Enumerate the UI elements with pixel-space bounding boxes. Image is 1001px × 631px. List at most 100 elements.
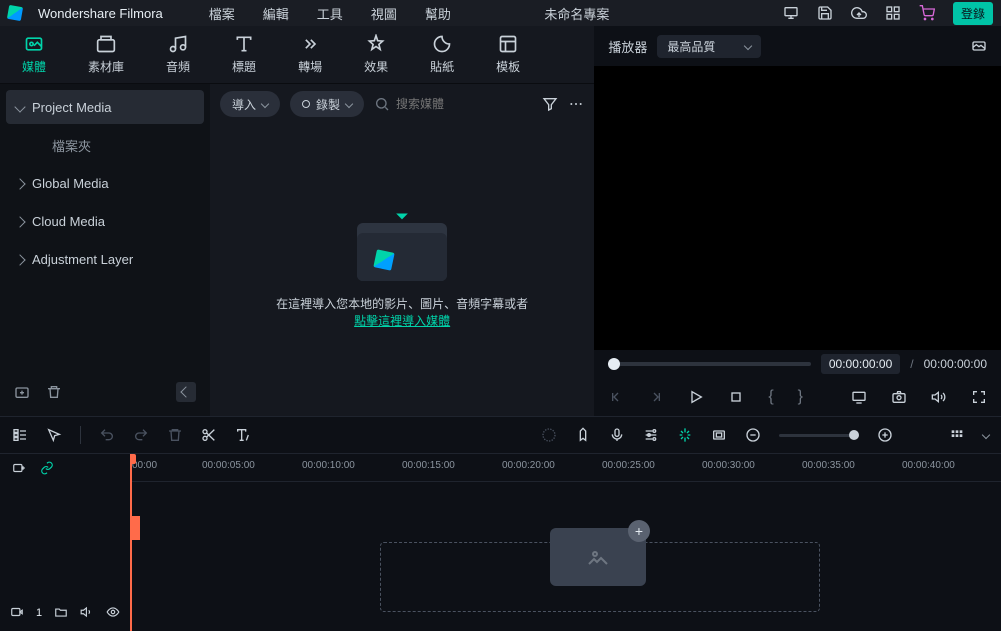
- save-icon[interactable]: [817, 5, 833, 21]
- media-panel: 導入 錄製: [210, 84, 594, 416]
- volume-icon[interactable]: [931, 389, 947, 405]
- prev-frame-icon[interactable]: [608, 389, 624, 405]
- template-icon: [498, 34, 518, 54]
- mute-track-icon[interactable]: [80, 605, 94, 619]
- module-tabs: 媒體 素材庫 音頻 標題 轉場 效果: [0, 26, 594, 84]
- sidebar-item-cloud-media[interactable]: Cloud Media: [6, 204, 204, 238]
- redo-icon[interactable]: [133, 427, 149, 443]
- chevron-left-icon: [180, 386, 191, 397]
- track-options-icon[interactable]: [12, 427, 28, 443]
- text-edit-icon[interactable]: [235, 427, 251, 443]
- zoom-slider[interactable]: [779, 434, 859, 437]
- screen-fit-icon[interactable]: [851, 389, 867, 405]
- folder-track-icon[interactable]: [54, 605, 68, 619]
- import-button[interactable]: 導入: [220, 91, 280, 117]
- chevron-down-icon: [345, 100, 353, 108]
- video-track-icon: [10, 605, 24, 619]
- visibility-icon[interactable]: [106, 605, 120, 619]
- tab-sticker[interactable]: 貼紙: [430, 34, 454, 75]
- add-folder-icon[interactable]: [14, 384, 30, 400]
- tab-audio[interactable]: 音頻: [166, 34, 190, 75]
- fullscreen-icon[interactable]: [971, 389, 987, 405]
- playhead[interactable]: [130, 454, 132, 631]
- login-button[interactable]: 登錄: [953, 2, 993, 25]
- video-track-header[interactable]: 1: [0, 482, 130, 631]
- tab-template[interactable]: 模板: [496, 34, 520, 75]
- track-number: 1: [36, 607, 42, 619]
- project-title: 未命名專案: [387, 4, 767, 23]
- undo-icon[interactable]: [99, 427, 115, 443]
- auto-beat-icon[interactable]: [677, 427, 693, 443]
- record-button[interactable]: 錄製: [290, 91, 364, 117]
- sidebar-item-adjustment-layer[interactable]: Adjustment Layer: [6, 242, 204, 276]
- mark-out-icon[interactable]: }: [798, 388, 803, 406]
- player-viewport[interactable]: [594, 66, 1001, 350]
- chevron-down-icon[interactable]: [982, 431, 990, 439]
- time-ruler[interactable]: 00:00 00:00:05:00 00:00:10:00 00:00:15:0…: [130, 454, 1001, 482]
- stop-icon[interactable]: [728, 389, 744, 405]
- crop-icon[interactable]: [711, 427, 727, 443]
- player-progress[interactable]: [608, 362, 811, 366]
- tab-media[interactable]: 媒體: [22, 34, 46, 75]
- snapshot-icon[interactable]: [891, 389, 907, 405]
- sidebar-item-folder[interactable]: 檔案夾: [6, 128, 204, 162]
- add-clip-button[interactable]: +: [628, 520, 650, 542]
- tab-transition[interactable]: 轉場: [298, 34, 322, 75]
- search-input[interactable]: [396, 97, 496, 111]
- tab-stock[interactable]: 素材庫: [88, 34, 124, 75]
- cart-icon[interactable]: [919, 5, 935, 21]
- next-frame-icon[interactable]: [648, 389, 664, 405]
- play-icon[interactable]: [688, 389, 704, 405]
- filter-icon[interactable]: [542, 96, 558, 112]
- more-icon[interactable]: [568, 96, 584, 112]
- media-search[interactable]: [374, 96, 532, 112]
- transition-icon: [300, 34, 320, 54]
- timeline: 1 00:00 00:00:05:00 00:00:10:00 00:00:15…: [0, 416, 1001, 631]
- add-track-icon[interactable]: [12, 461, 26, 475]
- tab-title[interactable]: 標題: [232, 34, 256, 75]
- collapse-sidebar-button[interactable]: [176, 382, 196, 402]
- timecode-duration: 00:00:00:00: [924, 357, 987, 371]
- sidebar-item-global-media[interactable]: Global Media: [6, 166, 204, 200]
- player-panel: 播放器 最高品質 00:00:00:00 / 00:00:00:00 { }: [594, 26, 1001, 416]
- audio-mixer-icon[interactable]: [643, 427, 659, 443]
- timeline-tracks[interactable]: 00:00 00:00:05:00 00:00:10:00 00:00:15:0…: [130, 454, 1001, 631]
- app-name: Wondershare Filmora: [38, 6, 163, 21]
- zoom-in-icon[interactable]: [877, 427, 893, 443]
- sticker-icon: [432, 34, 452, 54]
- menu-file[interactable]: 檔案: [209, 4, 235, 23]
- view-mode-icon[interactable]: [949, 427, 965, 443]
- render-icon[interactable]: [541, 427, 557, 443]
- tab-effect[interactable]: 效果: [364, 34, 388, 75]
- media-empty-state[interactable]: 在這裡導入您本地的影片、圖片、音頻字幕或者 點擊這裡導入媒體: [210, 124, 594, 416]
- delete-icon[interactable]: [167, 427, 183, 443]
- voiceover-icon[interactable]: [609, 427, 625, 443]
- image-placeholder-icon: [586, 545, 610, 569]
- select-tool-icon[interactable]: [46, 427, 62, 443]
- monitor-icon[interactable]: [783, 5, 799, 21]
- quality-select[interactable]: 最高品質: [657, 35, 761, 58]
- grid-icon[interactable]: [885, 5, 901, 21]
- sidebar-item-project-media[interactable]: Project Media: [6, 90, 204, 124]
- import-link[interactable]: 點擊這裡導入媒體: [354, 314, 450, 328]
- marker-icon[interactable]: [575, 427, 591, 443]
- track-headers: 1: [0, 454, 130, 631]
- effect-icon: [366, 34, 386, 54]
- zoom-out-icon[interactable]: [745, 427, 761, 443]
- split-icon[interactable]: [201, 427, 217, 443]
- menu-tools[interactable]: 工具: [317, 4, 343, 23]
- empty-text: 在這裡導入您本地的影片、圖片、音頻字幕或者 點擊這裡導入媒體: [276, 295, 528, 329]
- audio-icon: [168, 34, 188, 54]
- cloud-icon[interactable]: [851, 5, 867, 21]
- stock-icon: [96, 34, 116, 54]
- media-icon: [24, 34, 44, 54]
- mark-in-icon[interactable]: {: [768, 388, 773, 406]
- link-icon[interactable]: [40, 461, 54, 475]
- chevron-right-icon: [14, 254, 25, 265]
- import-folder-icon: [357, 211, 447, 281]
- snapshot-range-icon[interactable]: [971, 38, 987, 54]
- chevron-right-icon: [14, 178, 25, 189]
- menu-edit[interactable]: 編輯: [263, 4, 289, 23]
- timecode-current[interactable]: 00:00:00:00: [821, 354, 900, 374]
- new-bin-icon[interactable]: [46, 384, 62, 400]
